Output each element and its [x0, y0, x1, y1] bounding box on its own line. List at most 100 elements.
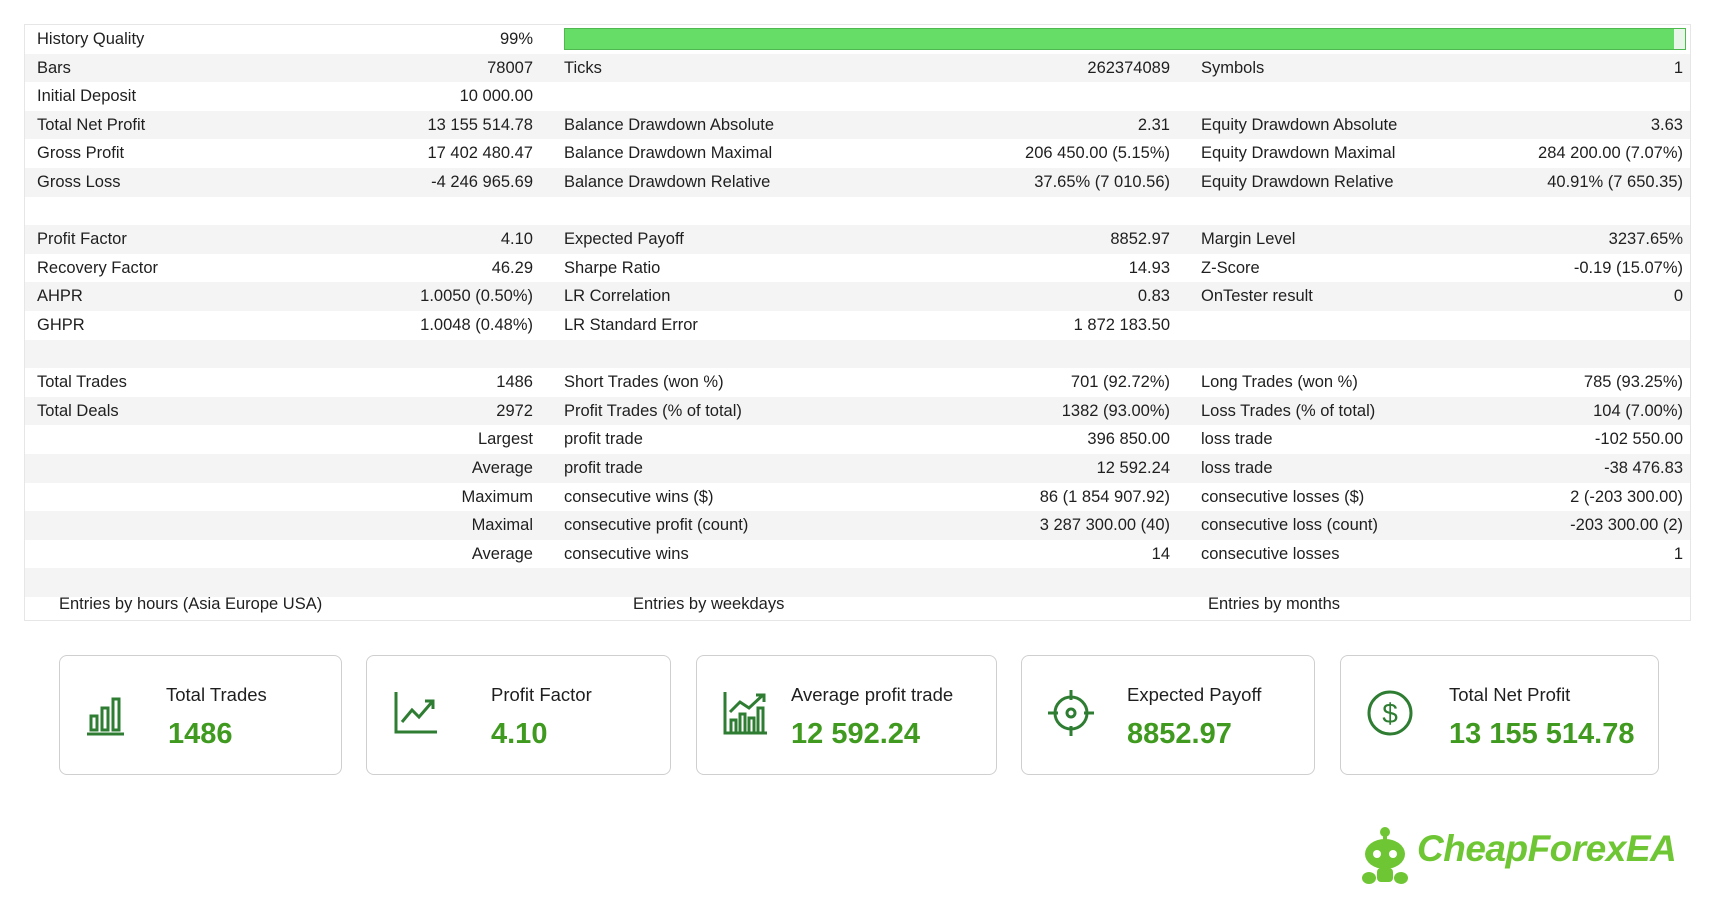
value-col3: -38 476.83 — [1604, 459, 1683, 477]
report-row: Total Net Profit 13 155 514.78 Balance Dra… — [25, 110, 1690, 140]
svg-text:$: $ — [1382, 698, 1398, 729]
label-col1: GHPR — [37, 316, 85, 334]
label-col1: Total Net Profit — [37, 115, 146, 134]
entries-by-weekdays: Entries by weekdays — [633, 595, 785, 613]
label-col3: Z-Score — [1201, 258, 1260, 277]
label-col1: Gross Loss — [37, 173, 121, 191]
value-col3: 3.63 — [1650, 115, 1683, 134]
value-col2: 14 — [1151, 544, 1170, 563]
value-col1: Maximum — [461, 487, 533, 506]
label-col1: Bars — [37, 58, 71, 77]
value-col1: Maximal — [471, 516, 533, 535]
label-col3: consecutive loss (count) — [1201, 516, 1378, 535]
value-col3: 1 — [1673, 544, 1683, 563]
history-quality-fill — [565, 29, 1674, 49]
value-col3: 0 — [1673, 287, 1683, 306]
label-col2: Profit Trades (% of total) — [564, 401, 742, 420]
value-col1: 13 155 514.78 — [427, 115, 533, 134]
value-col3: 104 (7.00%) — [1593, 401, 1683, 420]
value-history-quality: 99% — [499, 30, 533, 48]
label-col2: Balance Drawdown Absolute — [564, 115, 775, 134]
entries-by-months: Entries by months — [1208, 595, 1341, 613]
value-col3: 1 — [1673, 58, 1683, 77]
report-row — [25, 197, 1690, 226]
bar-chart-icon — [87, 697, 124, 736]
report-row: Total Trades 1486 Short Trades (won %) 701 … — [25, 368, 1690, 397]
card-value: 1486 — [168, 718, 233, 750]
target-icon — [1048, 690, 1094, 736]
label-col2: Expected Payoff — [564, 230, 684, 249]
value-col1: 4.10 — [500, 230, 533, 249]
label-col2: consecutive wins — [564, 544, 689, 563]
label-col3: Long Trades (won %) — [1201, 373, 1358, 392]
value-col2: 262374089 — [1087, 58, 1170, 77]
card-value: 12 592.24 — [791, 718, 921, 750]
label-col3: consecutive losses ($) — [1201, 487, 1365, 506]
trend-up-icon — [394, 692, 437, 734]
card-average-profit-trade: Average profit trade 12 592.24 — [696, 655, 997, 775]
report-row: Gross Profit 17 402 480.47 Balance Drawdow… — [25, 139, 1690, 168]
label-col3: loss trade — [1201, 459, 1273, 477]
value-col3: -0.19 (15.07%) — [1573, 258, 1683, 277]
value-col1: 1.0050 (0.50%) — [420, 287, 533, 306]
report-row: Average consecutive wins 14 consecutive los… — [25, 540, 1690, 569]
report-row: Maximum consecutive wins ($) 86 (1 854 907… — [25, 483, 1690, 512]
label-col3: OnTester result — [1201, 287, 1313, 306]
label-col1: Gross Profit — [37, 144, 125, 163]
card-label: Expected Payoff — [1127, 684, 1262, 705]
value-col2: 86 (1 854 907.92) — [1039, 487, 1170, 506]
card-value: 4.10 — [491, 718, 548, 750]
value-col3: 785 (93.25%) — [1583, 373, 1683, 392]
value-col1: 1.0048 (0.48%) — [420, 316, 533, 334]
report-row — [25, 339, 1690, 369]
card-value: 8852.97 — [1127, 718, 1232, 750]
value-col1: 78007 — [487, 58, 533, 77]
value-col2: 701 (92.72%) — [1070, 373, 1170, 392]
label-col3: consecutive losses — [1201, 544, 1340, 563]
label-col1: Total Trades — [37, 373, 127, 392]
value-col1: 17 402 480.47 — [427, 144, 533, 163]
report-row: Recovery Factor 46.29 Sharpe Ratio 14.93 Z-S… — [25, 254, 1690, 283]
report-row: AHPR 1.0050 (0.50%) LR Correlation 0.83 OnTe… — [25, 282, 1690, 311]
label-col2: Sharpe Ratio — [564, 258, 661, 277]
entries-by-hours: Entries by hours (Asia Europe USA) — [59, 595, 323, 613]
label-history-quality: History Quality — [37, 30, 145, 48]
label-col3: Equity Drawdown Absolute — [1201, 115, 1398, 134]
value-col1: Largest — [477, 430, 533, 449]
label-col3: Equity Drawdown Maximal — [1201, 144, 1396, 163]
card-expected-payoff: Expected Payoff 8852.97 — [1021, 655, 1315, 775]
card-profit-factor: Profit Factor 4.10 — [366, 655, 671, 775]
label-col2: profit trade — [564, 459, 643, 477]
card-label: Profit Factor — [491, 684, 592, 705]
label-col2: consecutive profit (count) — [564, 516, 749, 535]
label-col2: consecutive wins ($) — [564, 487, 714, 506]
history-quality-bar — [564, 28, 1686, 50]
value-col3: 284 200.00 (7.07%) — [1538, 144, 1683, 163]
card-label: Total Trades — [166, 684, 267, 705]
growth-chart-icon — [723, 692, 767, 735]
value-col1: -4 246 965.69 — [431, 173, 533, 191]
value-col1: 46.29 — [491, 258, 533, 277]
label-col2: profit trade — [564, 430, 643, 449]
card-total-trades: Total Trades 1486 — [59, 655, 342, 775]
label-col2: Short Trades (won %) — [564, 373, 724, 392]
report-row: Total Deals 2972 Profit Trades (% of total… — [25, 396, 1690, 426]
report-row: Largest profit trade 396 850.00 loss trade -… — [25, 425, 1690, 454]
value-col2: 8852.97 — [1110, 230, 1170, 249]
value-col2: 37.65% (7 010.56) — [1034, 173, 1170, 191]
card-label: Total Net Profit — [1449, 684, 1571, 705]
card-value: 13 155 514.78 — [1449, 718, 1635, 750]
label-col1: Recovery Factor — [37, 258, 159, 277]
value-col1: Average — [471, 544, 533, 563]
report-row: Profit Factor 4.10 Expected Payoff 8852.97 M… — [25, 225, 1690, 254]
value-col2: 206 450.00 (5.15%) — [1025, 144, 1170, 163]
value-col2: 2.31 — [1137, 115, 1170, 134]
value-col3: 40.91% (7 650.35) — [1547, 173, 1683, 191]
value-col2: 1 872 183.50 — [1073, 316, 1170, 334]
value-col3: -102 550.00 — [1594, 430, 1683, 449]
value-col3: -203 300.00 (2) — [1570, 516, 1683, 535]
row-history-quality: History Quality 99% — [25, 25, 1690, 54]
label-col1: Initial Deposit — [37, 87, 137, 106]
label-col2: LR Standard Error — [564, 316, 698, 334]
robot-mascot-icon — [1362, 827, 1408, 884]
